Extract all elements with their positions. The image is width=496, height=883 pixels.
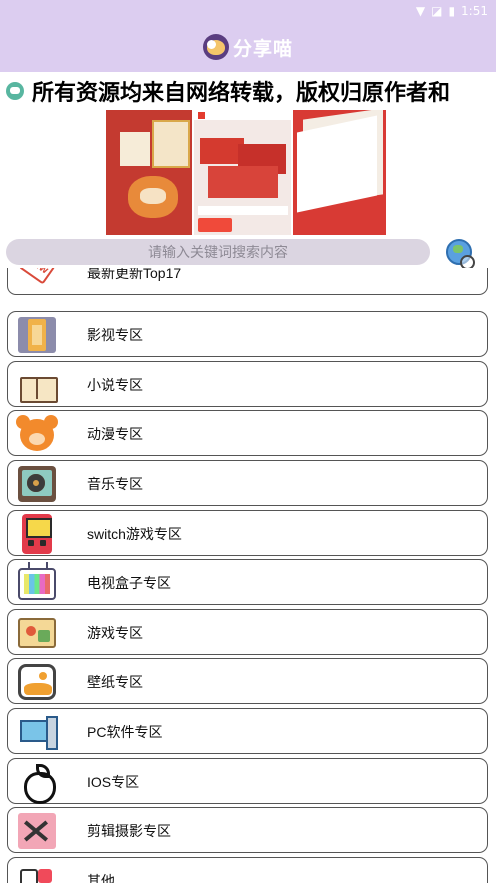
category-item-latest[interactable]: 最新更新Top17: [7, 268, 488, 295]
notice-marquee: 所有资源均来自网络转载，版权归原作者和: [0, 73, 496, 109]
globe-search-icon[interactable]: [446, 239, 475, 270]
status-time: 1:51: [461, 4, 488, 18]
category-label: 小说专区: [87, 377, 143, 393]
status-bar: ▼ ◪ ▮ 1:51: [0, 0, 496, 22]
category-label: 游戏专区: [87, 625, 143, 641]
apple-icon: [18, 764, 56, 804]
category-label: IOS专区: [87, 774, 140, 790]
category-item-pc-software[interactable]: PC软件专区: [7, 708, 488, 754]
cat-logo-icon: [202, 34, 229, 60]
book-icon: [18, 367, 58, 403]
category-label: PC软件专区: [87, 724, 163, 740]
category-item-music[interactable]: 音乐专区: [7, 460, 488, 506]
wallpaper-icon: [18, 664, 56, 700]
category-item-video[interactable]: 影视专区: [7, 311, 488, 357]
category-list[interactable]: 最新更新Top17 影视专区 小说专区 动漫专区 音乐专区 switch游戏专区…: [0, 268, 496, 883]
other-icon: [18, 863, 56, 883]
handheld-console-icon: [22, 514, 52, 554]
app-title: 分享喵: [232, 37, 293, 60]
banner-image-tissue[interactable]: [292, 110, 386, 235]
notice-text: 所有资源均来自网络转载，版权归原作者和: [32, 81, 451, 106]
pc-icon: [18, 714, 58, 750]
chat-bubble-icon: [6, 82, 24, 100]
category-label: 壁纸专区: [87, 674, 143, 690]
category-item-other[interactable]: 其他: [7, 857, 488, 883]
scissors-icon: [18, 813, 56, 849]
category-label: switch游戏专区: [87, 526, 182, 542]
bear-icon: [16, 415, 54, 451]
search-bar: [0, 236, 496, 270]
app-header: 分享喵: [0, 22, 496, 72]
category-item-tv-box[interactable]: 电视盒子专区: [7, 559, 488, 605]
category-label: 其他: [87, 873, 115, 883]
category-label: 动漫专区: [87, 426, 143, 442]
category-label: 电视盒子专区: [87, 575, 171, 591]
category-label: 音乐专区: [87, 476, 143, 492]
category-label: 影视专区: [87, 327, 143, 343]
banner-image-new-year[interactable]: [106, 110, 193, 235]
record-player-icon: [18, 466, 56, 502]
new-badge-icon: [18, 268, 56, 285]
category-label: 剪辑摄影专区: [87, 823, 171, 839]
game-card-icon: [18, 618, 56, 648]
banner-image-gift-box[interactable]: [194, 110, 291, 235]
film-icon: [18, 317, 56, 353]
wifi-icon: ▼: [415, 4, 426, 18]
category-item-wallpaper[interactable]: 壁纸专区: [7, 658, 488, 704]
category-item-switch[interactable]: switch游戏专区: [7, 510, 488, 556]
category-label: 最新更新Top17: [87, 268, 182, 281]
category-item-ios[interactable]: IOS专区: [7, 758, 488, 804]
battery-icon: ▮: [448, 4, 456, 18]
search-input[interactable]: [6, 239, 430, 265]
category-item-anime[interactable]: 动漫专区: [7, 410, 488, 456]
category-item-novel[interactable]: 小说专区: [7, 361, 488, 407]
tv-icon: [18, 568, 56, 600]
promo-banner[interactable]: [106, 110, 386, 235]
category-item-editing[interactable]: 剪辑摄影专区: [7, 807, 488, 853]
no-sim-icon: ◪: [431, 4, 443, 18]
category-item-games[interactable]: 游戏专区: [7, 609, 488, 655]
